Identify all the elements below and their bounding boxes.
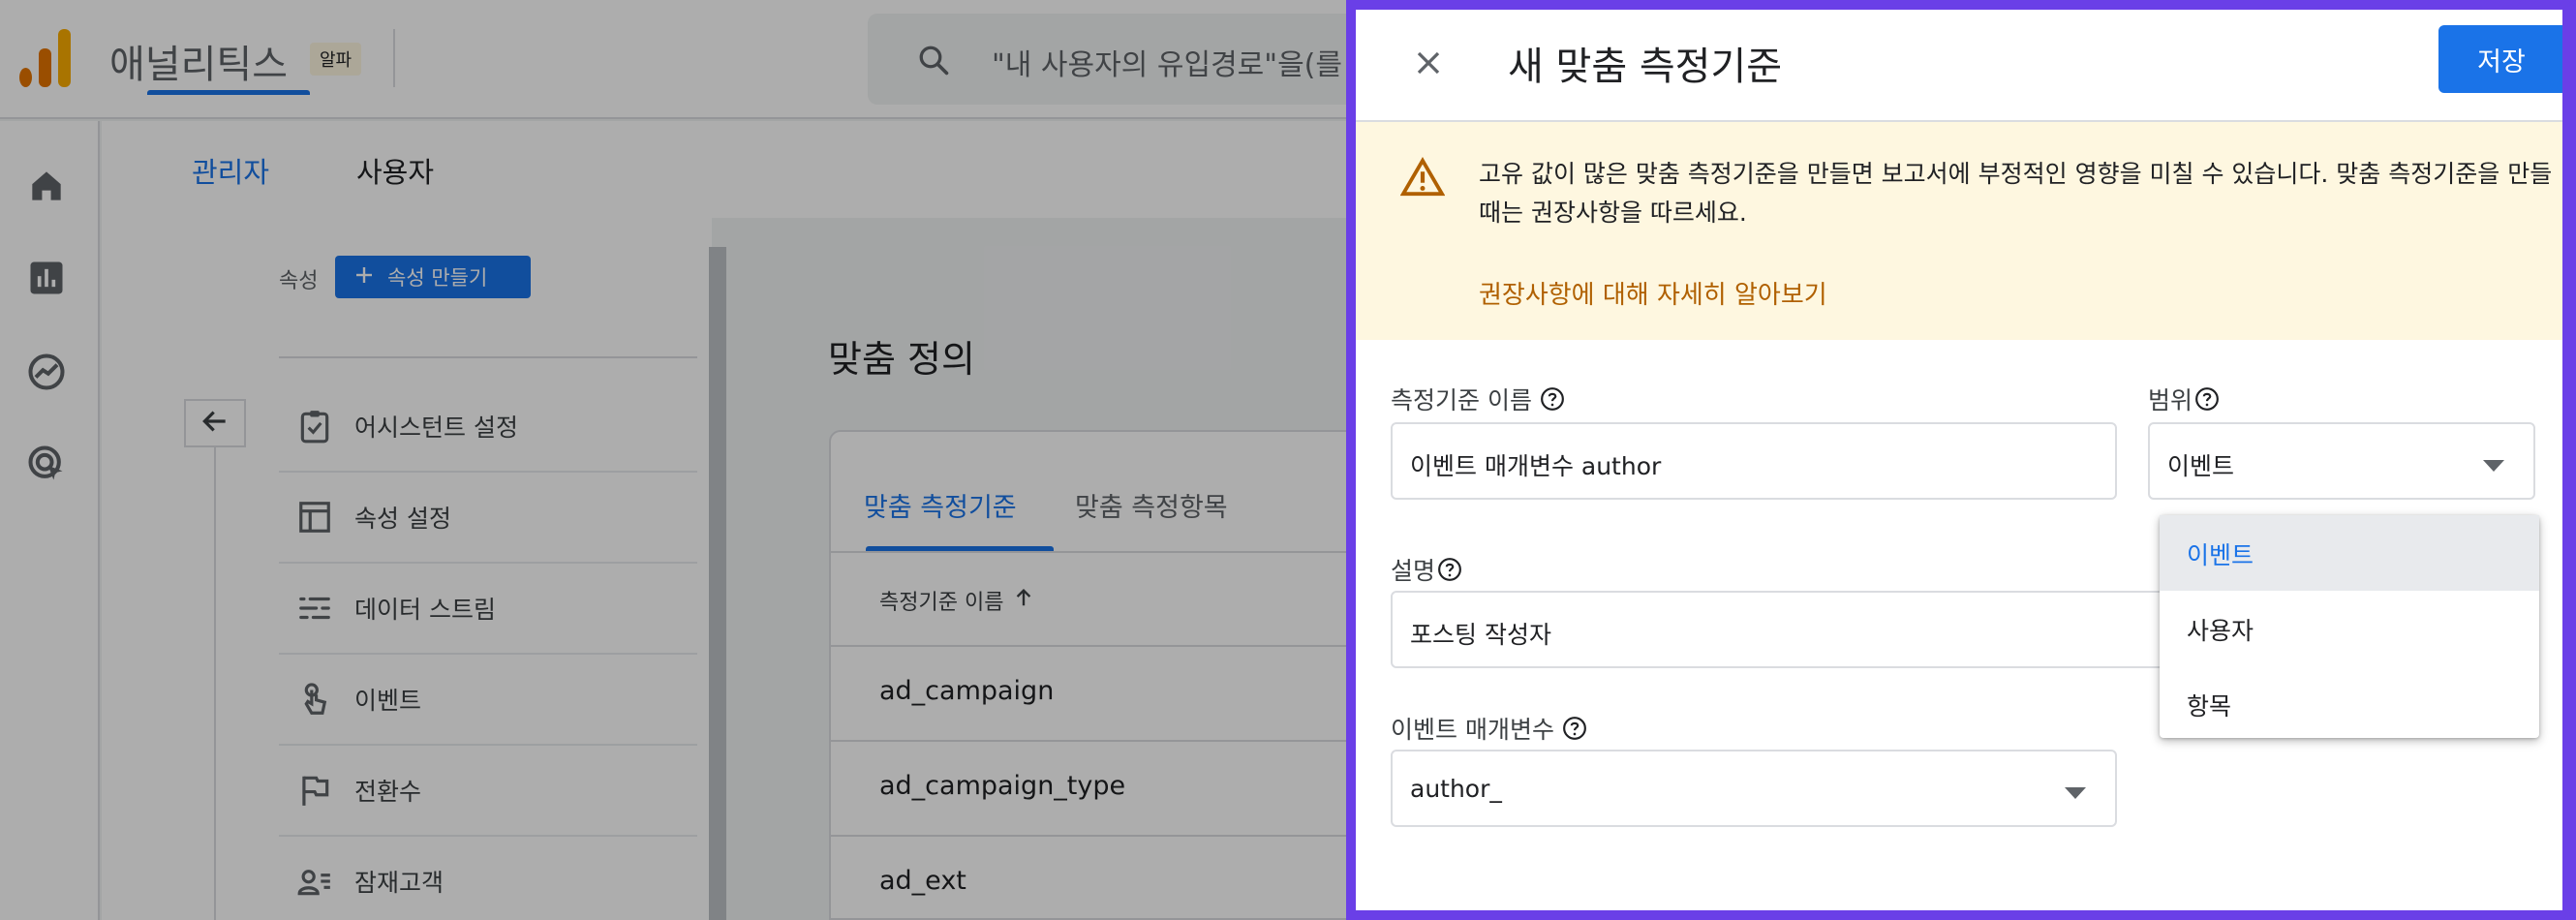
- dropdown-arrow-icon: [2483, 457, 2504, 475]
- warning-banner: 고유 값이 많은 맞춤 측정기준을 만들면 보고서에 부정적인 영향을 미칠 수…: [1356, 122, 2562, 340]
- event-parameter-select[interactable]: author_: [1391, 750, 2117, 827]
- field-label-text: 범위: [2148, 386, 2193, 414]
- help-icon[interactable]: [1562, 716, 1587, 741]
- panel-header: 새 맞춤 측정기준 저장: [1356, 10, 2562, 122]
- new-custom-dimension-panel: 새 맞춤 측정기준 저장 고유 값이 많은 맞춤 측정기준을 만들면 보고서에 …: [1346, 0, 2576, 920]
- modal-scrim[interactable]: [0, 0, 1346, 920]
- close-button[interactable]: [1404, 41, 1453, 89]
- field-label-text: 측정기준 이름: [1391, 386, 1532, 414]
- dimension-name-field[interactable]: 이벤트 매개변수 author: [1391, 422, 2117, 500]
- learn-more-link[interactable]: 권장사항에 대해 자세히 알아보기: [1479, 275, 1827, 311]
- description-value: 포스팅 작성자: [1410, 621, 1551, 649]
- help-icon[interactable]: [1437, 557, 1462, 582]
- dimension-name-value: 이벤트 매개변수 author: [1410, 452, 1662, 480]
- scope-label: 범위: [2148, 382, 2220, 416]
- scope-option-user[interactable]: 사용자: [2160, 591, 2539, 666]
- dropdown-arrow-icon: [2065, 784, 2086, 803]
- event-parameter-value: author_: [1410, 775, 1502, 803]
- warning-text: 고유 값이 많은 맞춤 측정기준을 만들면 보고서에 부정적인 영향을 미칠 수…: [1479, 160, 2553, 227]
- help-icon[interactable]: [1540, 386, 1565, 412]
- save-button[interactable]: 저장: [2438, 25, 2562, 93]
- scope-select[interactable]: 이벤트: [2148, 422, 2535, 500]
- help-icon[interactable]: [2194, 386, 2220, 412]
- scope-dropdown-menu: 이벤트 사용자 항목: [2160, 515, 2539, 738]
- scope-value: 이벤트: [2167, 452, 2235, 480]
- scope-option-item[interactable]: 항목: [2160, 666, 2539, 742]
- field-label-text: 이벤트 매개변수: [1391, 716, 1554, 744]
- panel-title: 새 맞춤 측정기준: [1508, 45, 1783, 89]
- dimension-name-label: 측정기준 이름: [1391, 382, 1565, 416]
- event-parameter-label: 이벤트 매개변수: [1391, 711, 1587, 746]
- description-label: 설명: [1391, 552, 1462, 587]
- scope-option-event[interactable]: 이벤트: [2160, 515, 2539, 591]
- close-icon: [1414, 48, 1443, 81]
- field-label-text: 설명: [1391, 557, 1436, 585]
- warning-icon: [1399, 157, 1446, 201]
